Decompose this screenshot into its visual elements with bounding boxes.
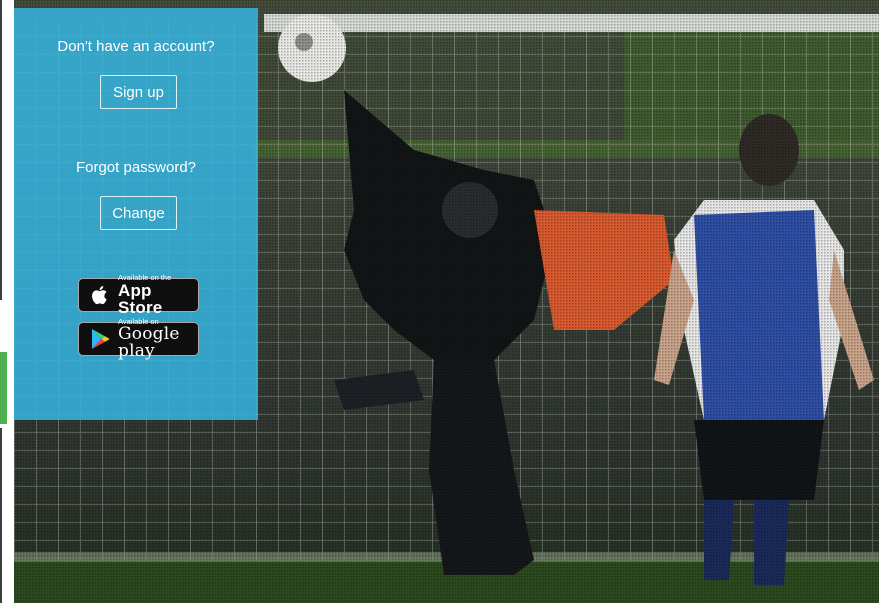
google-play-badge[interactable]: Available on Google play xyxy=(78,318,199,359)
left-edge-strip xyxy=(0,0,14,603)
app-store-big-text: App Store xyxy=(118,280,163,317)
account-panel: Don't have an account? Sign up Forgot pa… xyxy=(14,8,258,420)
google-play-big-text: Google play xyxy=(118,323,180,361)
forgot-password-prompt: Forgot password? xyxy=(75,159,197,176)
google-play-icon xyxy=(92,329,110,349)
app-store-badge[interactable]: Available on the App Store xyxy=(78,274,199,316)
left-divider-line-lower xyxy=(0,428,2,603)
left-green-tab[interactable] xyxy=(0,352,7,424)
apple-icon xyxy=(92,286,107,305)
no-account-prompt: Don't have an account? xyxy=(57,38,215,55)
change-password-button[interactable]: Change xyxy=(100,196,177,230)
left-divider-line xyxy=(0,0,2,300)
sign-up-button[interactable]: Sign up xyxy=(100,75,177,109)
